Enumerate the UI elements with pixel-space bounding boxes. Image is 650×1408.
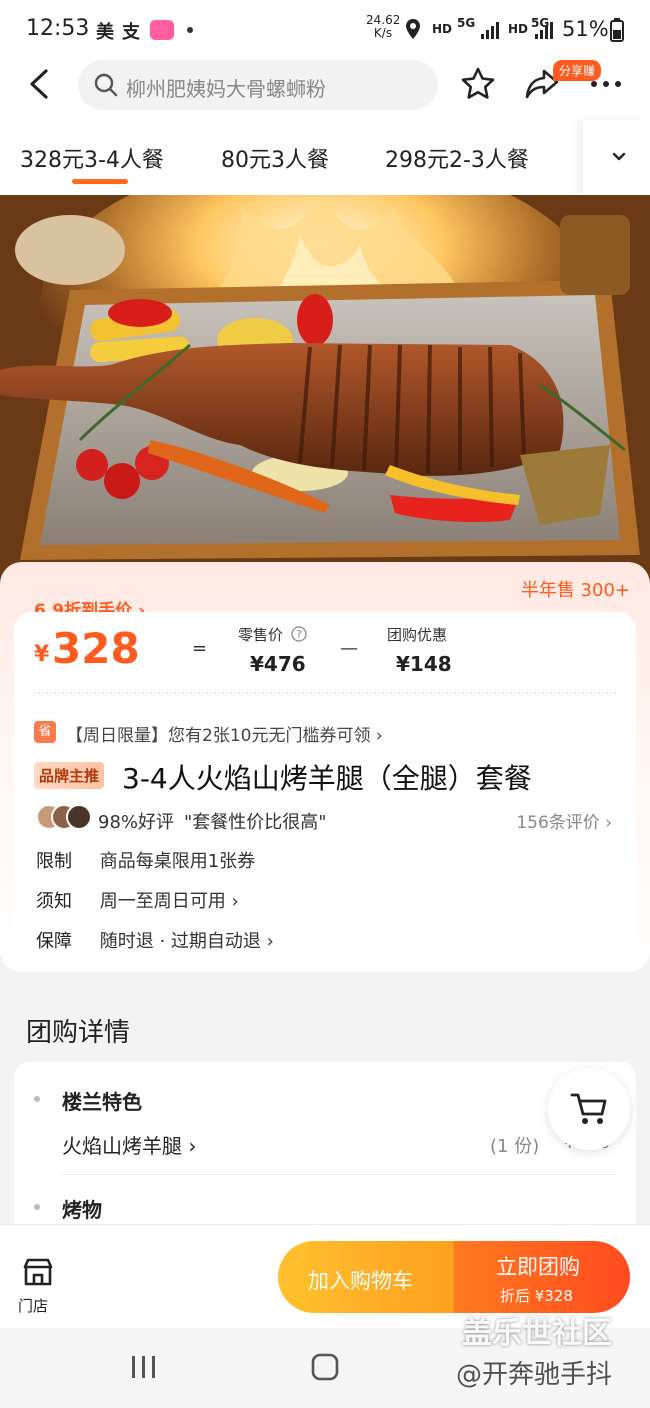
battery-percent: 51%	[562, 17, 609, 41]
shopping-cart-icon	[570, 1093, 607, 1124]
coupon-offer-text[interactable]: 【周日限量】您有2张10元无门槛券可领 ›	[66, 721, 383, 746]
buy-now-button[interactable]: 立即团购 折后 ¥328	[454, 1241, 630, 1313]
retail-price-value: ¥476	[250, 652, 306, 676]
final-price: 328	[52, 624, 140, 673]
sold-count: 半年售 300+	[520, 580, 630, 601]
more-options-icon[interactable]	[590, 80, 622, 88]
meituan-app-icon: 美	[96, 22, 114, 43]
store-button[interactable]: 门店	[14, 1253, 62, 1317]
info-label: 须知	[36, 891, 72, 912]
net-indicator-1: 5G	[457, 16, 476, 30]
share-earn-badge[interactable]: 分享赚	[553, 60, 602, 81]
notice-row[interactable]: 须知 周一至周日可用 ›	[36, 887, 239, 913]
chevron-down-icon	[612, 152, 626, 161]
detail-group-name: 烤物	[62, 1198, 102, 1222]
network-speed-unit: K/s	[373, 26, 393, 40]
minus-sign: —	[340, 638, 358, 659]
bullet-dot	[34, 1096, 40, 1102]
detail-item-qty: (1 份)	[490, 1136, 540, 1157]
final-price-currency: ¥	[34, 642, 50, 667]
app-notification-icon	[150, 20, 174, 40]
help-circle-icon[interactable]: ?	[291, 626, 307, 642]
info-value: 周一至周日可用 ›	[99, 891, 239, 912]
favorite-star-icon[interactable]	[461, 67, 495, 99]
signal-icon-2	[535, 22, 553, 39]
tab-package-3[interactable]: 298元2-3人餐	[385, 142, 529, 174]
alipay-app-icon: 支	[122, 22, 140, 43]
product-hero-image[interactable]	[0, 195, 650, 590]
hd-indicator-2: HD	[508, 22, 529, 36]
store-icon	[23, 1258, 53, 1286]
status-bar: 12:53 美 支 24.62 K/s HD 5G HD 5G 51%	[0, 0, 650, 58]
group-discount-value: ¥148	[396, 652, 452, 676]
save-tag-icon: 省	[34, 721, 56, 743]
price-card: 半年售 300+ 6.9折到手价 › ¥ 328 = 零售价 ? ¥476 — …	[0, 562, 650, 972]
location-icon	[406, 19, 420, 39]
review-count-link[interactable]: 156条评价 ›	[516, 808, 612, 833]
watermark-author: @开奔驰手抖	[456, 1360, 613, 1390]
add-to-cart-button[interactable]: 加入购物车	[278, 1241, 454, 1313]
search-icon	[94, 73, 118, 97]
positive-rating: 98%好评	[98, 812, 175, 833]
detail-group-name: 楼兰特色	[62, 1090, 142, 1114]
guarantee-row[interactable]: 保障 随时退 · 过期自动退 ›	[36, 927, 274, 953]
top-nav-bar: 柳州肥姨妈大骨螺蛳粉 分享赚	[0, 58, 650, 120]
svg-text:?: ?	[296, 628, 302, 641]
group-discount-label: 团购优惠	[387, 626, 448, 644]
network-speed-value: 24.62	[366, 13, 401, 27]
hd-indicator-1: HD	[432, 22, 453, 36]
limit-row: 限制 商品每桌限用1张券	[36, 847, 255, 873]
network-speed: 24.62 K/s	[366, 14, 400, 40]
tab-package-1[interactable]: 328元3-4人餐	[20, 142, 164, 174]
back-arrow-icon[interactable]	[26, 68, 52, 100]
buy-now-label: 立即团购	[496, 1255, 580, 1279]
info-label: 保障	[36, 931, 72, 952]
floating-cart-button[interactable]	[548, 1068, 630, 1150]
review-quote: "套餐性价比很高"	[184, 812, 327, 833]
detail-divider	[62, 1174, 616, 1175]
add-to-cart-label: 加入购物车	[308, 1269, 413, 1293]
store-label: 门店	[18, 1297, 49, 1315]
home-icon[interactable]	[311, 1353, 339, 1381]
brand-recommend-badge: 品牌主推	[34, 762, 105, 789]
notification-dot-icon	[187, 27, 193, 33]
package-tabs: 328元3-4人餐 80元3人餐 298元2-3人餐	[0, 120, 650, 195]
group-details-title: 团购详情	[26, 1018, 131, 1048]
reviewer-avatars	[36, 804, 92, 832]
watermark-community: 盖乐世社区	[462, 1316, 612, 1351]
roast-lamb-leg-photo	[0, 195, 650, 590]
signal-icon-1	[481, 22, 499, 39]
buy-now-subprice: 折后 ¥328	[500, 1287, 573, 1305]
equals-sign: =	[192, 638, 208, 659]
product-title: 3-4人火焰山烤羊腿（全腿）套餐	[122, 762, 532, 795]
price-divider	[34, 692, 616, 694]
active-tab-indicator	[72, 179, 128, 184]
tabs-expand-button[interactable]	[583, 120, 650, 195]
retail-price-label: 零售价	[238, 626, 284, 644]
search-box[interactable]: 柳州肥姨妈大骨螺蛳粉	[78, 60, 438, 110]
search-text: 柳州肥姨妈大骨螺蛳粉	[126, 77, 326, 101]
bullet-dot	[34, 1204, 40, 1210]
info-label: 限制	[36, 851, 72, 872]
info-value: 随时退 · 过期自动退 ›	[99, 931, 274, 952]
tab-package-2[interactable]: 80元3人餐	[221, 142, 329, 174]
avatar	[66, 804, 92, 830]
info-value: 商品每桌限用1张券	[99, 851, 256, 872]
battery-icon	[610, 18, 624, 42]
detail-item-name[interactable]: 火焰山烤羊腿 ›	[62, 1130, 196, 1159]
recent-apps-icon[interactable]	[130, 1354, 158, 1380]
status-time: 12:53	[26, 16, 90, 41]
